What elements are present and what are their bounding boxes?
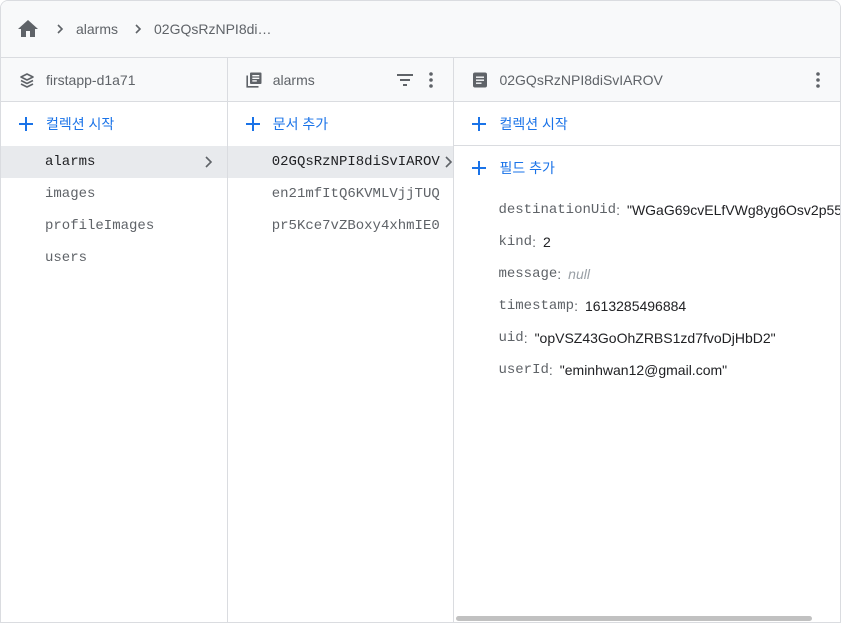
document-title: 02GQsRzNPI8diSvIAROV — [499, 71, 663, 88]
project-title: firstapp-d1a71 — [46, 71, 136, 88]
field-row[interactable]: uid: "opVSZ43GoOhZRBS1zd7fvoDjHbD2" — [454, 322, 840, 354]
field-value: 2 — [542, 234, 551, 250]
collection-title: alarms — [272, 71, 315, 88]
document-id: 02GQsRzNPI8diSvIAROV — [271, 154, 440, 170]
collection-item-alarms[interactable]: alarms — [1, 146, 227, 178]
collection-item-profileimages[interactable]: profileImages — [1, 210, 227, 242]
document-item[interactable]: pr5Kce7vZBoxy4xhmIE0 — [228, 210, 454, 242]
start-collection-label: 컬렉션 시작 — [46, 116, 115, 132]
document-item[interactable]: 02GQsRzNPI8diSvIAROV — [227, 146, 454, 178]
plus-icon — [17, 115, 35, 133]
field-value: 1613285496884 — [584, 298, 687, 314]
field-list: destinationUid: "WGaG69cvELfVWg8yg6Osv2p… — [454, 190, 840, 386]
plus-icon — [470, 115, 488, 133]
collection-name: images — [45, 186, 96, 202]
collection-list: alarms images profileImages users — [1, 146, 227, 274]
collection-name: profileImages — [45, 218, 155, 234]
panel-header: 02GQsRzNPI8diSvIAROV — [454, 58, 840, 102]
field-row[interactable]: destinationUid: "WGaG69cvELfVWg8yg6Osv2p… — [454, 194, 840, 226]
start-subcollection-label: 컬렉션 시작 — [499, 115, 568, 132]
chevron-right-icon — [54, 23, 66, 35]
chevron-right-icon — [445, 156, 453, 168]
field-key: message — [498, 266, 558, 282]
chevron-right-icon — [205, 156, 212, 168]
collection-item-images[interactable]: images — [1, 178, 227, 210]
root-panel: firstapp-d1a71 컬렉션 시작 alarms images prof… — [1, 58, 228, 622]
collection-name: alarms — [45, 154, 96, 170]
document-item[interactable]: en21mfItQ6KVMLVjjTUQ — [228, 178, 454, 210]
collection-icon — [245, 71, 263, 89]
home-icon[interactable] — [16, 17, 40, 41]
collection-item-users[interactable]: users — [1, 242, 227, 274]
field-key: kind — [498, 234, 533, 250]
breadcrumb: alarms 02GQsRzNPI8di… — [1, 1, 840, 58]
field-value: "eminhwan12@gmail.com" — [559, 362, 728, 378]
add-document-button[interactable]: 문서 추가 — [228, 102, 454, 146]
document-id: pr5Kce7vZBoxy4xhmIE0 — [271, 218, 440, 234]
start-subcollection-button[interactable]: 컬렉션 시작 — [454, 102, 840, 146]
field-row[interactable]: message: null — [454, 258, 840, 290]
firebase-project-icon — [18, 71, 36, 89]
field-value: null — [568, 266, 590, 282]
horizontal-scrollbar[interactable] — [456, 616, 813, 621]
document-icon — [471, 71, 489, 89]
filter-icon[interactable] — [395, 70, 415, 90]
field-key: userId — [498, 362, 549, 378]
document-list: 02GQsRzNPI8diSvIAROV en21mfItQ6KVMLVjjTU… — [227, 146, 454, 242]
more-vert-icon[interactable] — [421, 70, 441, 90]
field-value: "opVSZ43GoOhZRBS1zd7fvoDjHbD2" — [534, 330, 776, 346]
field-key: timestamp — [498, 298, 575, 314]
document-id: en21mfItQ6KVMLVjjTUQ — [271, 186, 440, 202]
panel-header: alarms — [227, 58, 454, 102]
firestore-data-viewer: alarms 02GQsRzNPI8di… firstapp-d1a71 컬렉션… — [0, 0, 841, 623]
document-panel: 02GQsRzNPI8diSvIAROV 컬렉션 시작 필드 추가 destin… — [454, 58, 840, 622]
field-row[interactable]: kind: 2 — [454, 226, 840, 258]
panel-header: firstapp-d1a71 — [1, 58, 227, 102]
field-value: "WGaG69cvELfVWg8yg6Osv2p55 — [626, 202, 841, 218]
field-row[interactable]: timestamp: 1613285496884 — [454, 290, 840, 322]
field-key: destinationUid — [498, 202, 617, 218]
plus-icon — [244, 115, 262, 133]
add-field-button[interactable]: 필드 추가 — [454, 146, 840, 190]
chevron-right-icon — [132, 23, 144, 35]
plus-icon — [470, 159, 488, 177]
breadcrumb-item[interactable]: alarms — [76, 21, 118, 37]
field-row[interactable]: userId: "eminhwan12@gmail.com" — [454, 354, 840, 386]
field-key: uid — [498, 330, 524, 346]
add-field-label: 필드 추가 — [499, 160, 555, 176]
breadcrumb-item[interactable]: 02GQsRzNPI8di… — [154, 21, 271, 37]
more-vert-icon[interactable] — [808, 70, 828, 90]
collection-panel: alarms 문서 추가 02GQsRzNPI8diSvIAROV en21mf… — [227, 58, 455, 622]
collection-name: users — [45, 250, 88, 266]
add-document-label: 문서 추가 — [272, 116, 329, 132]
start-collection-button[interactable]: 컬렉션 시작 — [1, 102, 227, 146]
